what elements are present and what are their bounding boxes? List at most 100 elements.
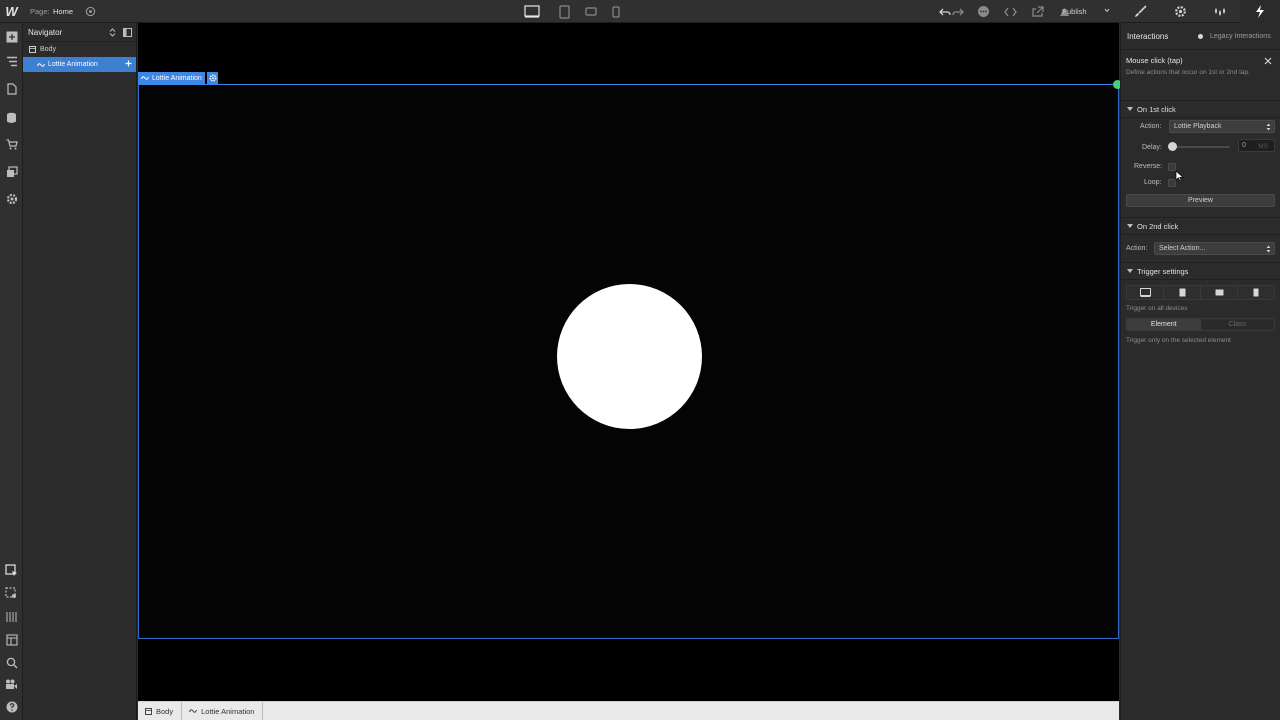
box-icon	[29, 46, 36, 53]
trigger-device-portrait[interactable]	[1238, 286, 1274, 299]
lottie-icon	[37, 62, 45, 68]
scope-element-button[interactable]: Element	[1127, 319, 1201, 330]
webflow-logo[interactable]: W	[0, 0, 23, 23]
element-tag[interactable]: Lottie Animation	[138, 72, 205, 84]
delay-input[interactable]: 0 MS	[1238, 139, 1275, 152]
trigger-devices	[1126, 285, 1275, 300]
second-click-body: Action: Select Action...	[1121, 235, 1280, 263]
tab-settings[interactable]	[1160, 0, 1200, 23]
tab-style-brush[interactable]	[1120, 0, 1160, 23]
delay-value: 0	[1242, 142, 1246, 149]
page-selector[interactable]: Home	[53, 7, 73, 16]
search-icon[interactable]	[4, 655, 19, 670]
publish-button[interactable]: Publish	[1062, 7, 1087, 16]
action-select[interactable]: Lottie Playback	[1169, 120, 1275, 133]
tab-style-manager[interactable]	[1200, 0, 1240, 23]
select-arrows-icon	[1266, 123, 1271, 131]
gear-icon	[1174, 5, 1187, 18]
box-icon	[145, 707, 152, 715]
ecommerce-cart-icon[interactable]	[4, 137, 19, 152]
breadcrumb-body[interactable]: Body	[138, 701, 183, 720]
delay-unit: MS	[1258, 143, 1268, 150]
grid-icon[interactable]	[4, 609, 19, 624]
caret-down-icon	[1127, 107, 1133, 111]
delay-slider-knob[interactable]	[1168, 142, 1177, 151]
nav-item-lottie-animation[interactable]: Lottie Animation	[23, 57, 136, 72]
lottie-icon	[141, 75, 149, 81]
trigger-scope-toggle: Element Class	[1126, 318, 1275, 331]
desktop-icon	[1139, 288, 1151, 297]
section-trigger-settings[interactable]: Trigger settings	[1121, 263, 1280, 280]
canvas-bottom-area	[138, 639, 1119, 701]
help-icon[interactable]	[4, 699, 19, 714]
navigator-header: Navigator	[23, 23, 136, 42]
preview-eye-icon[interactable]	[85, 6, 96, 17]
close-icon[interactable]	[1264, 57, 1272, 65]
preview-button[interactable]: Preview	[1126, 194, 1275, 207]
action-label: Action:	[1126, 245, 1148, 252]
second-action-select[interactable]: Select Action...	[1154, 242, 1275, 255]
action-label: Action:	[1140, 123, 1162, 130]
page-label: Page:	[30, 7, 50, 16]
export-icon[interactable]	[1030, 4, 1046, 19]
delay-row: 0 MS	[1121, 137, 1280, 155]
pages-icon[interactable]	[4, 81, 19, 96]
breadcrumb-label: Body	[156, 706, 174, 716]
publish-chevron-icon[interactable]	[1104, 8, 1110, 13]
cms-icon[interactable]	[4, 110, 19, 125]
trigger-device-tablet[interactable]	[1164, 286, 1201, 299]
breadcrumb-lottie-animation[interactable]: Lottie Animation	[182, 701, 264, 720]
element-settings-gear-icon[interactable]	[207, 72, 218, 84]
delay-slider-track[interactable]	[1172, 146, 1230, 148]
scope-class-button[interactable]: Class	[1200, 319, 1274, 330]
legacy-toggle-dot[interactable]	[1198, 34, 1203, 39]
more-icon[interactable]	[975, 4, 991, 19]
reverse-label: Reverse:	[1134, 163, 1163, 170]
desktop-breakpoint-icon[interactable]	[523, 4, 541, 19]
navigator-icon[interactable]	[4, 54, 19, 69]
devices-note: Trigger on all devices	[1126, 305, 1188, 312]
caret-down-icon	[1127, 224, 1133, 228]
element-note: Trigger only on the selected element	[1126, 337, 1231, 344]
trigger-card: Mouse click (tap) Define actions that oc…	[1121, 50, 1280, 101]
panel-header: Interactions Legacy Interactions	[1121, 23, 1280, 50]
lightning-icon	[1255, 5, 1265, 18]
trigger-settings-body: Trigger on all devices Element Class Tri…	[1121, 280, 1280, 370]
add-icon[interactable]	[4, 29, 19, 44]
add-child-icon[interactable]	[125, 60, 132, 67]
panel-title: Interactions	[1127, 31, 1169, 41]
trigger-device-desktop[interactable]	[1127, 286, 1164, 299]
trigger-description: Define actions that occur on 1st or 2nd …	[1126, 69, 1250, 76]
navigator-panel: Navigator Body Lottie Animation	[23, 23, 137, 720]
select-tool-icon[interactable]	[4, 563, 19, 578]
brush-icon	[1134, 5, 1147, 18]
action-select-value: Select Action...	[1159, 245, 1206, 252]
mouse-cursor-icon	[1175, 170, 1184, 182]
lottie-white-circle	[557, 284, 702, 429]
redo-icon[interactable]	[950, 4, 966, 19]
tablet-breakpoint-icon[interactable]	[555, 4, 573, 19]
expand-collapse-icon[interactable]	[109, 28, 116, 37]
loop-label: Loop:	[1144, 179, 1162, 186]
layout-icon[interactable]	[4, 632, 19, 647]
section-title: On 1st click	[1137, 104, 1176, 114]
interactions-panel: Interactions Legacy Interactions Mouse c…	[1120, 23, 1280, 720]
dock-panel-icon[interactable]	[123, 28, 132, 37]
mobile-portrait-breakpoint-icon[interactable]	[607, 4, 625, 19]
mobile-landscape-breakpoint-icon[interactable]	[582, 4, 600, 19]
breadcrumb: Body Lottie Animation	[138, 701, 1119, 720]
legacy-interactions-link[interactable]: Legacy Interactions	[1210, 33, 1271, 40]
trigger-device-landscape[interactable]	[1201, 286, 1238, 299]
video-icon[interactable]	[4, 677, 19, 692]
lottie-icon	[189, 708, 198, 714]
settings-gear-icon[interactable]	[4, 191, 19, 206]
section-second-click[interactable]: On 2nd click	[1121, 218, 1280, 235]
section-first-click[interactable]: On 1st click	[1121, 101, 1280, 118]
assets-icon[interactable]	[4, 164, 19, 179]
preview-select-icon[interactable]	[4, 586, 19, 601]
code-icon[interactable]	[1002, 4, 1018, 19]
canvas-top-area	[138, 23, 1119, 84]
breadcrumb-label: Lottie Animation	[201, 706, 255, 716]
tab-interactions[interactable]	[1240, 0, 1280, 23]
nav-item-body[interactable]: Body	[23, 42, 136, 57]
